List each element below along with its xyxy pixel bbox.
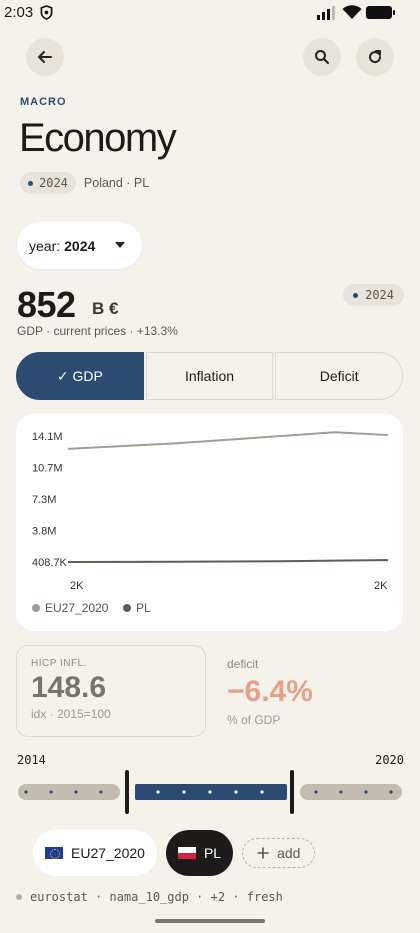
y-tick-label: 7.3M (32, 494, 56, 506)
chevron-down-icon (115, 242, 125, 248)
search-button[interactable] (303, 38, 341, 76)
year-select-value: 2024 (64, 237, 96, 254)
search-icon (315, 50, 329, 64)
region-label: Poland · PL (83, 176, 150, 190)
slider-handle-end[interactable] (290, 770, 294, 814)
y-tick-label: 10.7M (32, 463, 63, 475)
metric-tabs: ✓ GDP Inflation Deficit (16, 352, 404, 400)
slider-track-left (18, 784, 120, 800)
badge-dot (353, 292, 359, 298)
home-indicator[interactable] (155, 919, 265, 923)
tab-inflation[interactable]: Inflation (145, 352, 274, 400)
deficit-label: deficit (227, 657, 259, 671)
year-chip: 2024 (20, 172, 76, 194)
page-meta: 2024 Poland · PL (20, 172, 149, 194)
deficit-sub: % of GDP (227, 713, 281, 727)
legend-label-0: EU27_2020 (45, 601, 109, 615)
year-range-slider[interactable] (18, 768, 402, 816)
headline-value: 852 (17, 284, 76, 325)
headline-badge-label: 2024 (365, 288, 394, 302)
status-time: 2:03 (4, 4, 34, 21)
back-button[interactable] (26, 38, 64, 76)
chip-eu27-label: EU27_2020 (71, 845, 145, 861)
refresh-button[interactable] (356, 38, 394, 76)
slider-handle-start[interactable] (125, 770, 129, 814)
add-series-label: add (277, 845, 301, 861)
chip-eu27[interactable]: EU27_2020 (33, 830, 157, 876)
section-eyebrow: MACRO (20, 96, 67, 108)
shield-icon (40, 5, 53, 20)
footer-text: eurostat · nama_10_gdp · +2 · fresh (30, 890, 283, 904)
y-tick-label: 3.8M (32, 526, 56, 538)
hicp-stat-card: HICP INFL. 148.6 idx · 2015=100 (16, 645, 206, 737)
hicp-sub: idx · 2015=100 (31, 707, 111, 721)
headline-year-badge: 2024 (343, 284, 404, 306)
headline-unit: B € (92, 299, 119, 318)
deficit-value: −6.4% (227, 675, 313, 708)
status-bar: 2:03 (0, 0, 420, 26)
y-tick-label: 14.1M (32, 431, 63, 443)
year-select-label: year: (29, 237, 61, 254)
chart-card: 14.1M 10.7M 7.3M 3.8M 408.7K 2K 2K EU27_2020 PL (16, 414, 403, 631)
series-line-1 (67, 559, 389, 563)
legend-marker-0 (32, 604, 40, 612)
hicp-value: 148.6 (31, 671, 107, 704)
arrow-left-icon (38, 51, 52, 63)
legend-marker-1 (123, 604, 131, 612)
headline-subline: GDP · current prices · +13.3% (17, 324, 178, 338)
range-start-label: 2014 (17, 753, 46, 767)
eu-flag-icon (45, 847, 63, 859)
source-footer: eurostat · nama_10_gdp · +2 · fresh (16, 890, 283, 904)
tab-deficit[interactable]: Deficit (275, 352, 404, 400)
series-chips: EU27_2020 PL add (33, 830, 316, 876)
signal-icon (317, 6, 335, 20)
year-select[interactable]: year: 2024 (17, 222, 142, 269)
legend-label-1: PL (136, 601, 151, 615)
status-dot (16, 894, 22, 900)
y-tick-label: 408.7K (32, 557, 68, 569)
plus-icon (257, 847, 269, 859)
add-series-button[interactable]: add (242, 838, 316, 868)
deficit-stat: deficit −6.4% % of GDP (227, 657, 313, 727)
page-title: Economy (19, 116, 177, 160)
refresh-icon (369, 50, 382, 64)
chip-pl-label: PL (203, 845, 222, 861)
year-dot (28, 180, 33, 186)
battery-icon (366, 6, 395, 19)
series-line-0 (67, 431, 389, 450)
wifi-icon (342, 5, 362, 19)
year-chip-label: 2024 (39, 176, 68, 190)
hicp-label: HICP INFL. (31, 658, 87, 669)
gdp-line-chart: 14.1M10.7M7.3M3.8M408.7K2K 2KEU27_2020 PL (32, 431, 389, 615)
chip-pl[interactable]: PL (165, 830, 234, 876)
tab-gdp[interactable]: ✓ GDP (16, 352, 144, 400)
x-tick-label: 2K (374, 580, 388, 592)
pl-flag-icon (177, 847, 196, 859)
x-tick-label: 2K (70, 580, 84, 592)
range-end-label: 2020 (375, 753, 404, 767)
